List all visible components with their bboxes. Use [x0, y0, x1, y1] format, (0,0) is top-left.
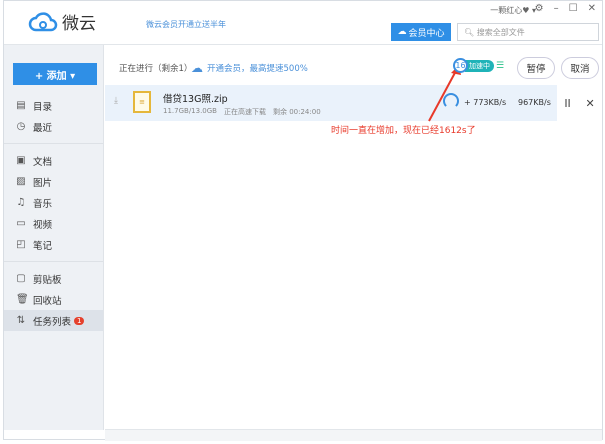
sidebar-item-label: 视频: [33, 219, 53, 231]
zip-file-icon: ≡: [133, 91, 151, 113]
vip-center-button[interactable]: ☁ 会员中心: [391, 23, 451, 41]
maximize-icon[interactable]: ☐: [569, 3, 578, 14]
cloud-icon: ☁: [191, 61, 203, 75]
accel-tag: 加速中: [465, 59, 494, 72]
download-speed: 967KB/s: [518, 98, 551, 107]
vip-speed-label: 开通会员，最高提速500%: [207, 64, 308, 74]
search-input[interactable]: 🔍︎ 搜索全部文件: [457, 23, 599, 41]
add-button[interactable]: + 添加 ▾: [13, 63, 97, 85]
sidebar-icon: ▭: [16, 218, 26, 229]
sidebar-icon: ◰: [16, 239, 26, 250]
sidebar-item-label: 回收站: [33, 295, 62, 307]
sidebar-divider: [4, 261, 103, 262]
sidebar-item-最近[interactable]: ◷ 最近: [4, 116, 103, 137]
close-icon[interactable]: ✕: [588, 3, 596, 14]
search-icon: 🔍︎: [464, 28, 477, 37]
search-placeholder: 搜索全部文件: [476, 28, 525, 37]
sidebar-item-label: 笔记: [33, 240, 53, 252]
file-size: 11.7GB/13.0GB: [163, 107, 217, 115]
sidebar-icon: ▨: [16, 176, 26, 187]
sidebar-item-目录[interactable]: ▤ 目录: [4, 95, 103, 116]
sidebar-icon: ⇅: [16, 315, 26, 326]
sidebar-item-label: 剪贴板: [33, 274, 62, 286]
cancel-all-button[interactable]: 取消: [561, 57, 599, 79]
app-title: 微云: [62, 14, 96, 34]
task-count-badge: 1: [74, 316, 85, 325]
task-status: 正在高速下载: [223, 108, 266, 116]
cloud-icon: ☁: [397, 27, 407, 37]
sidebar-item-音乐[interactable]: ♫ 音乐: [4, 192, 103, 213]
sidebar-item-视频[interactable]: ▭ 视频: [4, 213, 103, 234]
file-name: 借贷13G照.zip: [163, 94, 228, 105]
sidebar-item-笔记[interactable]: ◰ 笔记: [4, 234, 103, 255]
cancel-task-icon[interactable]: ✕: [585, 97, 594, 110]
header: 微云 微云会员开通立送半年 一颗红心♥ ▾ ⚙ – ☐ ✕ ☁ 会员中心 🔍︎ 搜…: [4, 1, 602, 45]
speed-lines-icon: ☰: [496, 60, 505, 71]
cloud-logo-icon: [28, 11, 58, 31]
settings-icon[interactable]: ⚙: [535, 3, 544, 14]
logo: 微云: [28, 9, 96, 34]
sidebar-item-label: 音乐: [33, 198, 53, 210]
sidebar-icon: ▣: [16, 155, 26, 166]
minimize-icon[interactable]: –: [554, 3, 559, 14]
annotation-text: 时间一直在增加，现在已经1612s了: [331, 126, 476, 136]
sidebar-item-label: 最近: [33, 122, 53, 134]
sidebar-icon: ▤: [16, 100, 26, 111]
sidebar-item-图片[interactable]: ▨ 图片: [4, 171, 103, 192]
sidebar-divider: [4, 143, 103, 144]
status-bar: [105, 429, 602, 441]
account-menu[interactable]: 一颗红心♥ ▾: [490, 5, 536, 16]
app-window: 微云 微云会员开通立送半年 一颗红心♥ ▾ ⚙ – ☐ ✕ ☁ 会员中心 🔍︎ 搜…: [3, 0, 603, 441]
vip-speed-link[interactable]: ☁ 开通会员，最高提速500%: [191, 61, 308, 75]
pause-icon[interactable]: II: [564, 97, 571, 110]
task-panel: 正在进行（剩余1） ☁ 开通会员，最高提速500% 16 加速中 ☰ 暂停 取消 …: [105, 45, 602, 430]
sidebar-item-label: 文档: [33, 156, 53, 168]
download-icon: ⤓: [114, 96, 118, 106]
sidebar-item-文档[interactable]: ▣ 文档: [4, 150, 103, 171]
task-row[interactable]: ⤓ ≡ 借贷13G照.zip 11.7GB/13.0GB 正在高速下载 剩余 0…: [105, 85, 557, 121]
sidebar-item-label: 目录: [33, 101, 53, 113]
sidebar-icon: ♫: [16, 197, 26, 208]
sidebar-item-剪贴板[interactable]: ▢ 剪贴板: [4, 268, 103, 289]
progress-count: 正在进行（剩余1）: [119, 64, 193, 74]
pause-all-button[interactable]: 暂停: [517, 57, 555, 79]
promo-link[interactable]: 微云会员开通立送半年: [146, 19, 226, 30]
accel-counter: 16: [453, 58, 468, 73]
sidebar-icon: ▢: [16, 273, 26, 284]
sidebar-item-任务列表[interactable]: ⇅ 任务列表 1: [4, 310, 103, 331]
boost-speed: + 773KB/s: [464, 98, 507, 107]
sidebar-item-label: 任务列表: [33, 316, 72, 328]
vip-center-label: 会员中心: [408, 28, 445, 39]
sidebar-icon: 🗑: [16, 294, 29, 305]
time-remaining: 剩余 00:24:00: [272, 108, 321, 116]
sidebar-item-回收站[interactable]: 🗑 回收站: [4, 289, 103, 310]
sidebar-icon: ◷: [16, 121, 26, 132]
sidebar: + 添加 ▾ ▤ 目录 ◷ 最近 ▣ 文档 ▨ 图片 ♫ 音乐 ▭ 视频 ◰ 笔记 ▢ 剪贴板 🗑 回收站 ⇅ 任务列…: [4, 45, 104, 430]
accelerating-badge[interactable]: 16 加速中 ☰: [453, 58, 504, 73]
sidebar-item-label: 图片: [33, 177, 53, 189]
